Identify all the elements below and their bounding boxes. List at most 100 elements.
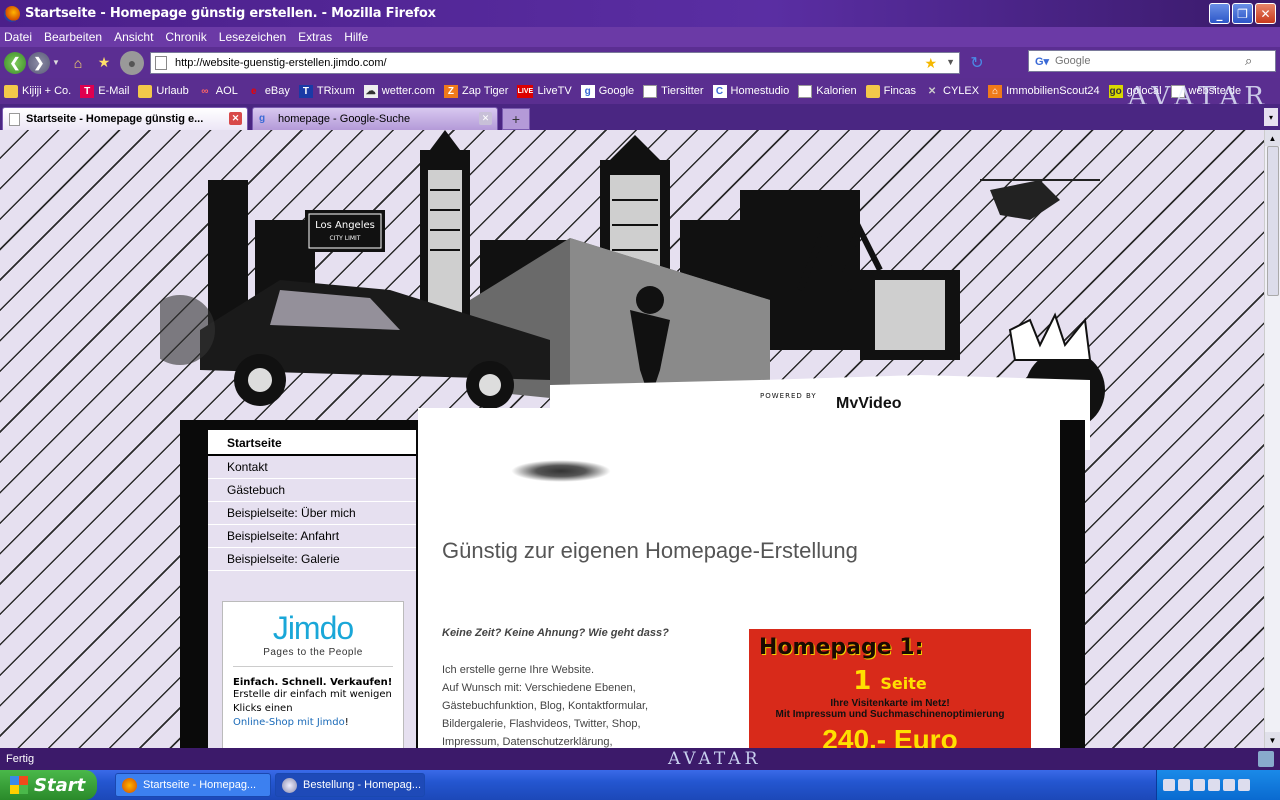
- scroll-up-icon[interactable]: ▲: [1265, 130, 1280, 146]
- close-tab-icon[interactable]: ✕: [229, 112, 242, 125]
- search-icon[interactable]: ⌕: [1245, 53, 1252, 69]
- jimdo-tagline: Pages to the People: [233, 647, 393, 667]
- minimize-button[interactable]: _: [1209, 3, 1230, 24]
- search-input[interactable]: [1055, 55, 1245, 67]
- page-icon: [9, 112, 20, 126]
- tray-update-icon[interactable]: [1238, 779, 1250, 791]
- bookmark-item[interactable]: Kijiji + Co.: [4, 84, 71, 98]
- window-titlebar: Startseite - Homepage günstig erstellen.…: [0, 0, 1280, 27]
- new-tab-button[interactable]: +: [502, 108, 530, 130]
- jimdo-ad: Jimdo Pages to the People Einfach. Schne…: [222, 601, 404, 748]
- reload-icon[interactable]: ↻: [966, 52, 988, 74]
- jimdo-shop-link[interactable]: Online-Shop mit Jimdo: [233, 717, 345, 728]
- bookmark-item[interactable]: ☁ wetter.com: [363, 84, 435, 98]
- navigation-toolbar: ❮ ❯ ▼ ⌂ ★ ● ★ ▼ ↻ G▾ ⌕: [0, 47, 1280, 78]
- close-tab-icon[interactable]: ✕: [479, 112, 492, 125]
- windows-taskbar: Start Startseite - Homepag... Bestellung…: [0, 770, 1280, 800]
- tray-network-icon[interactable]: [1163, 779, 1175, 791]
- menu-datei[interactable]: Datei: [4, 30, 32, 44]
- cylex-icon: ✕: [927, 85, 937, 97]
- status-banner: AVATAR: [668, 749, 762, 769]
- google-icon: g: [580, 84, 595, 98]
- tray-volume-icon[interactable]: [1178, 779, 1190, 791]
- sidebar-item-gaestebuch[interactable]: Gästebuch: [208, 479, 416, 502]
- url-bar: ★ ▼: [150, 51, 960, 74]
- vertical-scrollbar[interactable]: ▲ ▼: [1264, 130, 1280, 748]
- bookmark-this-page-icon[interactable]: ★: [924, 55, 937, 72]
- tab-startseite[interactable]: Startseite - Homepage günstig e... ✕: [2, 107, 248, 130]
- bookmark-item[interactable]: e eBay: [247, 85, 290, 98]
- bookmark-item[interactable]: g Google: [580, 84, 634, 98]
- taskbar-item-bestellung[interactable]: Bestellung - Homepag...: [275, 773, 425, 797]
- menu-bearbeiten[interactable]: Bearbeiten: [44, 30, 102, 44]
- bookmark-item[interactable]: Kalorien: [798, 84, 857, 98]
- window-title: Startseite - Homepage günstig erstellen.…: [25, 6, 436, 21]
- addon-icon[interactable]: [1258, 751, 1274, 767]
- page-viewport: Los Angeles CITY LIMIT POWERED BY MyVide…: [0, 130, 1264, 748]
- back-button[interactable]: ❮: [4, 51, 26, 74]
- sidebar-item-kontakt[interactable]: Kontakt: [208, 456, 416, 479]
- url-dropdown-icon[interactable]: ▼: [946, 57, 955, 67]
- promo-line1: Ihre Visitenkarte im Netz!: [830, 698, 950, 709]
- taskbar-item-startseite[interactable]: Startseite - Homepag...: [115, 773, 271, 797]
- sidebar-item-anfahrt[interactable]: Beispielseite: Anfahrt: [208, 525, 416, 548]
- system-tray: [1156, 770, 1280, 800]
- menu-ansicht[interactable]: Ansicht: [114, 30, 153, 44]
- maximize-button[interactable]: ❐: [1232, 3, 1253, 24]
- stop-icon[interactable]: ●: [120, 50, 144, 75]
- bookmark-item[interactable]: Fincas: [865, 84, 916, 98]
- sidebar-item-startseite[interactable]: Startseite: [208, 430, 416, 456]
- home-icon[interactable]: ⌂: [68, 53, 88, 73]
- start-button[interactable]: Start: [0, 770, 97, 800]
- bookmark-star-icon[interactable]: ★: [94, 53, 114, 73]
- menu-hilfe[interactable]: Hilfe: [344, 30, 368, 44]
- menu-bar: Datei Bearbeiten Ansicht Chronik Lesezei…: [0, 27, 1280, 47]
- bookmark-item[interactable]: ✕ CYLEX: [925, 85, 979, 98]
- bookmark-item[interactable]: C Homestudio: [712, 84, 789, 98]
- sidebar-item-ueber-mich[interactable]: Beispielseite: Über mich: [208, 502, 416, 525]
- promo-title: Homepage 1:: [759, 635, 924, 660]
- jimdo-text: Erstelle dir einfach mit wenigen Klicks …: [233, 689, 392, 714]
- bookmark-item[interactable]: ⌂ ImmobilienScout24: [988, 84, 1100, 98]
- jimdo-logo: Jimdo: [272, 610, 354, 646]
- menu-extras[interactable]: Extras: [298, 30, 332, 44]
- promo-banner[interactable]: Homepage 1: 1 Seite Ihre Visitenkarte im…: [749, 629, 1031, 748]
- telekom-icon: T: [80, 84, 95, 98]
- page-icon: [643, 84, 658, 98]
- jimdo-headline: Einfach. Schnell. Verkaufen!: [233, 677, 393, 688]
- folder-icon: [4, 84, 18, 98]
- history-dropdown-icon[interactable]: ▼: [52, 58, 62, 67]
- status-bar: Fertig AVATAR: [0, 748, 1280, 770]
- menu-lesezeichen[interactable]: Lesezeichen: [219, 30, 286, 44]
- search-box: G▾ ⌕: [1028, 50, 1276, 72]
- tray-antivirus-icon[interactable]: [1223, 779, 1235, 791]
- bookmark-item[interactable]: LIVE LiveTV: [517, 84, 572, 98]
- page-icon: [798, 84, 813, 98]
- powered-by-text: POWERED BY: [760, 392, 817, 400]
- bookmark-item[interactable]: Tiersitter: [643, 84, 704, 98]
- main-content: Günstig zur eigenen Homepage-Erstellung …: [418, 408, 1060, 748]
- golocal-icon: go: [1108, 84, 1123, 98]
- tray-messenger-icon[interactable]: [1193, 779, 1205, 791]
- tab-bar: Startseite - Homepage günstig e... ✕ g h…: [0, 104, 1280, 130]
- forward-button[interactable]: ❯: [28, 51, 50, 74]
- url-input[interactable]: [175, 56, 915, 69]
- bookmark-item[interactable]: Z Zap Tiger: [443, 84, 508, 98]
- scroll-down-icon[interactable]: ▼: [1265, 732, 1280, 748]
- tray-security-icon[interactable]: [1208, 779, 1220, 791]
- bookmark-item[interactable]: T E-Mail: [80, 84, 129, 98]
- google-engine-icon[interactable]: G▾: [1029, 55, 1055, 68]
- menu-chronik[interactable]: Chronik: [165, 30, 206, 44]
- tab-google-search[interactable]: g homepage - Google-Suche ✕: [252, 107, 498, 130]
- close-button[interactable]: ✕: [1255, 3, 1276, 24]
- bookmark-item[interactable]: T TRixum: [298, 84, 355, 98]
- sidebar-item-galerie[interactable]: Beispielseite: Galerie: [208, 548, 416, 571]
- bookmark-item[interactable]: ∞ AOL: [198, 85, 238, 98]
- weather-icon: ☁: [363, 84, 378, 98]
- bookmark-item[interactable]: Urlaub: [138, 84, 189, 98]
- google-icon: g: [259, 112, 266, 124]
- tab-list-icon[interactable]: ▾: [1264, 108, 1278, 126]
- trixum-icon: T: [298, 84, 313, 98]
- scroll-thumb[interactable]: [1267, 146, 1279, 296]
- homestudio-icon: C: [712, 84, 727, 98]
